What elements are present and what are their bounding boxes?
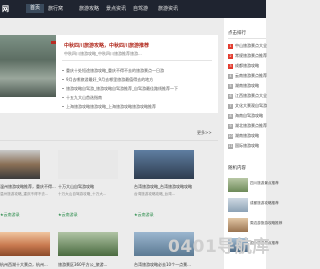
rank-label: 文化大景观自驾游 xyxy=(235,103,267,108)
rank-label: 湖南旅游攻略 xyxy=(235,133,259,138)
more-link[interactable]: 更多>> xyxy=(197,130,212,136)
rank-item[interactable]: 11 国际旅游攻略 xyxy=(228,143,259,149)
card-thumbnail[interactable] xyxy=(58,150,118,179)
card-tag[interactable]: ★云南游录 xyxy=(58,212,78,218)
card-subtitle: 台湾旅游攻略攻略_台湾... xyxy=(134,192,176,196)
rank-number: 6 xyxy=(228,94,233,99)
rank-number: 1 xyxy=(228,44,233,49)
site-brand[interactable]: 网 xyxy=(2,4,9,14)
list-item[interactable]: 十五九大山首选指南 xyxy=(62,95,102,101)
rank-item[interactable]: 5 湖南旅游攻略 xyxy=(228,83,259,89)
rank-item[interactable]: 9 湖北旅游景点推荐 xyxy=(228,123,267,129)
section-divider xyxy=(0,140,218,141)
rank-number: 9 xyxy=(228,124,233,129)
random-thumbnail[interactable] xyxy=(228,178,248,192)
random-label[interactable]: 成都旅游攻略推荐 xyxy=(250,201,279,206)
watermark: 0401导航库 xyxy=(168,237,270,257)
rank-number: 2 xyxy=(228,54,233,59)
rank-label: 成都旅游攻略 xyxy=(235,63,259,68)
featured-image[interactable] xyxy=(0,35,56,97)
rank-label: 中山旅游景点大全 xyxy=(235,43,267,48)
sidebar-random-title: 随机内容 xyxy=(228,166,246,171)
card-title[interactable]: 旅游景区360平方公_旅游... xyxy=(58,262,107,268)
rank-label: 海南自驾游攻略 xyxy=(235,113,263,118)
card-title[interactable]: 杭州西湖十大景点，杭州... xyxy=(0,262,48,268)
card-title[interactable]: 台湾旅游攻略必去10个一点景... xyxy=(134,262,191,268)
rank-item[interactable]: 6 江西旅游景点大全 xyxy=(228,93,267,99)
rank-number: 4 xyxy=(228,74,233,79)
nav-item-news[interactable]: 旅游资讯 xyxy=(158,5,178,14)
rank-number: 10 xyxy=(228,134,233,139)
featured-title[interactable]: 中秋四川旅游攻略，中秋四川旅游推荐 xyxy=(64,42,149,49)
divider xyxy=(228,38,266,39)
card-subtitle: 十万大山自驾游攻略_十万大... xyxy=(58,192,107,196)
rank-item[interactable]: 7 文化大景观自驾游 xyxy=(228,103,267,109)
rank-item[interactable]: 10 湖南旅游攻略 xyxy=(228,133,259,139)
rank-label: 江西旅游景点大全 xyxy=(235,93,267,98)
rank-label: 湖北旅游景点推荐 xyxy=(235,123,267,128)
list-item[interactable]: 重庆十处短途旅游攻略_重庆不得不去的旅游景点一日游 xyxy=(62,68,164,74)
card-subtitle: 温州旅游攻略_重庆不得不去... xyxy=(0,192,49,196)
card-thumbnail[interactable] xyxy=(0,232,50,256)
rank-number: 3 xyxy=(228,64,233,69)
rank-number: 5 xyxy=(228,84,233,89)
card-title[interactable]: 十万大山自驾游攻略 xyxy=(58,184,94,190)
list-item[interactable]: 旅游攻略自驾游_旅游攻略自驾游推荐_自驾游最佳路线推荐一下 xyxy=(62,86,178,92)
rank-label: 云南旅游景点推荐 xyxy=(235,73,267,78)
card-tag[interactable]: ★云南游录 xyxy=(0,212,20,218)
rank-item[interactable]: 2 常规旅游景点推荐 xyxy=(228,53,267,59)
random-label[interactable]: 周边游旅游攻略推荐 xyxy=(250,221,282,226)
random-thumbnail[interactable] xyxy=(228,218,248,232)
card-title[interactable]: 台湾旅游攻略_台湾旅游攻略攻略 xyxy=(134,184,192,190)
card-thumbnail[interactable] xyxy=(0,150,40,179)
card-thumbnail[interactable] xyxy=(58,232,118,256)
list-item[interactable]: 9月去哪旅游最好_9月去哪里旅游最值得去的地方 xyxy=(61,77,153,83)
divider xyxy=(62,60,212,61)
rank-label: 国际旅游攻略 xyxy=(235,143,259,148)
hero-tag xyxy=(51,41,56,44)
nav-item-travel[interactable]: 旅行窝 xyxy=(48,5,63,14)
random-label[interactable]: 四川旅游景点推荐 xyxy=(250,181,279,186)
nav-item-selfdrive[interactable]: 自驾游 xyxy=(133,5,148,14)
top-nav: 网 首页 旅行窝 旅游攻略 景点资讯 自驾游 旅游资讯 xyxy=(0,0,266,18)
rank-number: 11 xyxy=(228,144,233,149)
card-title[interactable]: 温州旅游攻略推荐，重庆不得... xyxy=(0,184,56,190)
featured-subtitle: 中秋四川旅游攻略_中秋四川旅游推荐旅游... xyxy=(64,51,142,56)
card-thumbnail[interactable] xyxy=(134,150,194,179)
rank-item[interactable]: 4 云南旅游景点推荐 xyxy=(228,73,267,79)
rank-item[interactable]: 3 成都旅游攻略 xyxy=(228,63,259,69)
rank-label: 湖南旅游攻略 xyxy=(235,83,259,88)
rank-label: 常规旅游景点推荐 xyxy=(235,53,267,58)
rank-number: 7 xyxy=(228,104,233,109)
rank-number: 8 xyxy=(228,114,233,119)
rank-item[interactable]: 1 中山旅游景点大全 xyxy=(228,43,267,49)
nav-item-attractions[interactable]: 景点资讯 xyxy=(106,5,126,14)
card-tag[interactable]: ★云南游录 xyxy=(134,212,154,218)
random-thumbnail[interactable] xyxy=(228,198,248,212)
nav-item-guides[interactable]: 旅游攻略 xyxy=(79,5,99,14)
list-item[interactable]: 上海旅游攻略旅游攻略_上海旅游攻略旅游攻略推荐 xyxy=(62,104,156,110)
nav-item-home[interactable]: 首页 xyxy=(26,4,45,13)
rank-item[interactable]: 8 海南自驾游攻略 xyxy=(228,113,263,119)
sidebar-title: 点击排行 xyxy=(228,31,246,36)
